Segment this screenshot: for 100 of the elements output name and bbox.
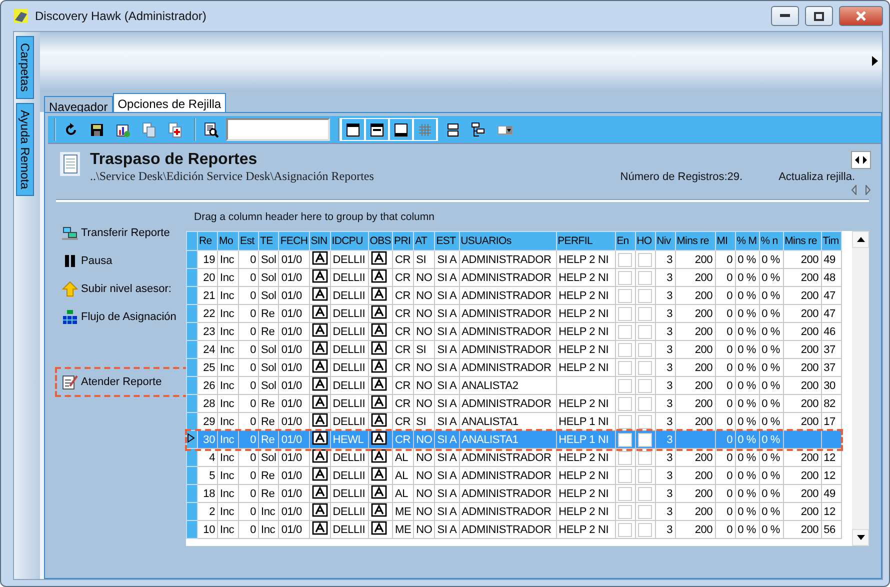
column-header[interactable]: USUARIOs [459, 232, 556, 250]
grid-cell: HELP 2 NI [558, 470, 609, 482]
search-field[interactable] [226, 118, 330, 141]
checkbox[interactable] [618, 486, 632, 500]
checkbox[interactable] [638, 360, 652, 374]
grid-row[interactable]: 26 Inc 0 Sol 01/0 DELLII CR NO SI A ANALISTA2 3 200 0 0 % 0 % 200 30 [186, 376, 842, 394]
checkbox[interactable] [638, 504, 652, 518]
column-header[interactable]: SIN [309, 232, 330, 250]
checkbox[interactable] [618, 306, 632, 320]
grid-row[interactable]: 25 Inc 0 Sol 01/0 DELLII CR NO SI A ADMINISTRADOR HELP 2 NI 3 200 0 0 % 0 % 200 37 [186, 358, 842, 376]
checkbox[interactable] [638, 252, 652, 266]
grid-cell: 200 [694, 524, 713, 536]
vertical-scrollbar[interactable] [852, 231, 869, 546]
checkbox[interactable] [638, 396, 652, 410]
column-header[interactable]: Mins re [783, 232, 822, 250]
grid-row[interactable]: 28 Inc 0 Re 01/0 DELLII CR NO SI A ADMINISTRADOR HELP 2 NI 3 200 0 0 % 0 % 200 82 [186, 394, 842, 412]
checkbox[interactable] [618, 396, 632, 410]
side-tab[interactable]: Carpetas [16, 36, 34, 99]
layout-icon [345, 122, 361, 138]
header-layout-button[interactable] [342, 119, 364, 140]
grid-row[interactable]: 20 Inc 0 Sol 01/0 DELLII CR NO SI A ADMINISTRADOR HELP 2 NI 3 200 0 0 % 0 % 200 48 [186, 268, 842, 286]
grid-row[interactable]: 4 Inc 0 Sol 01/0 DELLII AL NO SI A ADMINISTRADOR HELP 2 NI 3 200 0 0 % 0 % 200 12 [186, 448, 842, 466]
column-header[interactable]: Mo [218, 232, 238, 250]
column-header[interactable]: Mins re [675, 232, 716, 250]
checkbox[interactable] [638, 486, 652, 500]
column-header[interactable]: % M [735, 232, 760, 250]
text-field-icon [312, 467, 328, 481]
grid-row[interactable]: 24 Inc 0 Sol 01/0 DELLII CR SI SI A ADMINISTRADOR HELP 2 NI 3 200 0 0 % 0 % 200 37 [186, 340, 842, 358]
column-header[interactable]: Niv [655, 232, 676, 250]
grid-row[interactable]: 21 Inc 0 Sol 01/0 DELLII CR NO SI A ADMINISTRADOR HELP 2 NI 3 200 0 0 % 0 % 200 47 [186, 286, 842, 304]
checkbox[interactable] [618, 468, 632, 482]
checkbox[interactable] [618, 270, 632, 284]
tab[interactable]: Opciones de Rejilla [112, 93, 226, 112]
action-link[interactable]: Transferir Reporte [58, 222, 186, 244]
side-tab[interactable]: Ayuda Remota [16, 102, 34, 196]
action-link[interactable]: Flujo de Asignación [58, 306, 186, 328]
tab[interactable]: Navegador [44, 96, 113, 112]
refresh-link[interactable]: Actualiza rejilla. [778, 171, 855, 183]
column-header[interactable]: TE [258, 232, 279, 250]
checkbox[interactable] [638, 270, 652, 284]
checkbox[interactable] [618, 378, 632, 392]
checkbox[interactable] [638, 468, 652, 482]
checkbox[interactable] [638, 288, 652, 302]
text-field-icon [370, 377, 387, 391]
grid-row[interactable]: 5 Inc 0 Re 01/0 DELLII AL NO SI A ADMINISTRADOR HELP 2 NI 3 200 0 0 % 0 % 200 12 [186, 466, 842, 484]
checkbox[interactable] [618, 360, 632, 374]
column-header[interactable]: Tim [821, 232, 842, 250]
footer-layout-button[interactable] [390, 119, 412, 140]
checkbox[interactable] [618, 522, 632, 536]
checkbox[interactable] [618, 252, 632, 266]
column-header[interactable]: En [615, 232, 636, 250]
grid-cell: 3 [666, 380, 673, 392]
checkbox[interactable] [618, 432, 632, 446]
grid-row[interactable]: 19 Inc 0 Sol 01/0 DELLII CR SI SI A ADMINISTRADOR HELP 2 NI 3 200 0 0 % 0 % 200 49 [186, 250, 842, 268]
grid-cell: 0 % [738, 308, 756, 320]
grid-row[interactable]: 2 Inc 0 Inc 01/0 DELLII ME NO SI A ADMINISTRADOR HELP 2 NI 3 200 0 0 % 0 % 200 12 [186, 502, 842, 520]
grid-cell: 200 [694, 344, 713, 356]
checkbox[interactable] [618, 450, 632, 464]
column-header[interactable]: PERFIL [556, 232, 616, 250]
checkbox[interactable] [638, 306, 652, 320]
checkbox[interactable] [638, 414, 652, 428]
checkbox[interactable] [638, 450, 652, 464]
minimize-button[interactable] [771, 6, 799, 26]
column-header[interactable]: MI [715, 232, 736, 250]
column-header[interactable]: FECH [278, 232, 310, 250]
action-link[interactable]: Atender Reporte [58, 370, 186, 394]
column-header[interactable]: PRI [392, 232, 414, 250]
grid-row[interactable]: 10 Inc 0 Inc 01/0 DELLII ME NO SI A ADMINISTRADOR HELP 2 NI 3 200 0 0 % 0 % 200 56 [186, 520, 842, 538]
checkbox[interactable] [618, 414, 632, 428]
checkbox[interactable] [638, 432, 652, 446]
grid-cell: HEWL [332, 434, 364, 446]
checkbox[interactable] [638, 522, 652, 536]
column-header[interactable]: % n [759, 232, 784, 250]
grid-row[interactable]: 18 Inc 0 Re 01/0 DELLII AL NO SI A ADMINISTRADOR HELP 2 NI 3 200 0 0 % 0 % 200 49 [186, 484, 842, 502]
grid-row[interactable]: 22 Inc 0 Re 01/0 DELLII CR NO SI A ADMINISTRADOR HELP 2 NI 3 200 0 0 % 0 % 200 47 [186, 304, 842, 322]
column-header[interactable]: EST [434, 232, 460, 250]
grid-cell: 200 [800, 380, 819, 392]
checkbox[interactable] [638, 324, 652, 338]
action-link[interactable]: Pausa [58, 250, 186, 272]
checkbox[interactable] [618, 324, 632, 338]
column-header[interactable]: HO [635, 232, 656, 250]
grid-row[interactable]: 23 Inc 0 Re 01/0 DELLII CR NO SI A ADMINISTRADOR HELP 2 NI 3 200 0 0 % 0 % 200 46 [186, 322, 842, 340]
column-header[interactable]: AT [414, 232, 435, 250]
checkbox[interactable] [638, 378, 652, 392]
checkbox[interactable] [638, 342, 652, 356]
action-link[interactable]: Subir nivel asesor: [58, 278, 186, 300]
column-header[interactable]: OBS [368, 232, 392, 250]
scroll-tabs-button[interactable] [851, 151, 871, 169]
column-header[interactable]: Est [238, 232, 258, 250]
checkbox[interactable] [618, 504, 632, 518]
grid-cell: 200 [694, 326, 713, 338]
close-button[interactable] [839, 6, 883, 26]
grid-cell: 0 % [762, 488, 780, 500]
grid-cell: 3 [666, 488, 673, 500]
checkbox[interactable] [618, 288, 632, 302]
detail-layout-button[interactable] [366, 119, 388, 140]
maximize-button[interactable] [805, 6, 833, 26]
checkbox[interactable] [618, 342, 632, 356]
column-header[interactable]: Re [198, 232, 218, 250]
column-header[interactable]: IDCPU [330, 232, 368, 250]
